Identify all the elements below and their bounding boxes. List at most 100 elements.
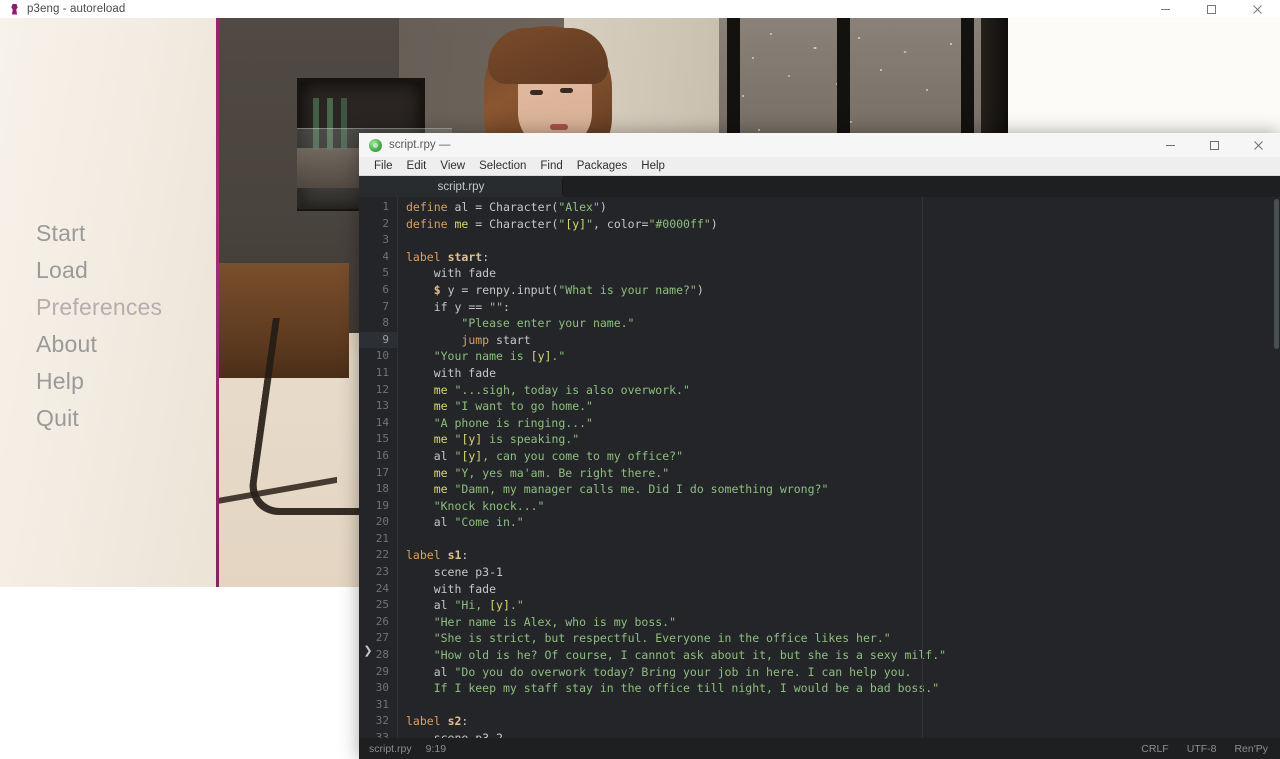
code-token: start <box>447 249 483 264</box>
gutter-line-number[interactable]: 30 <box>359 680 397 697</box>
code-line[interactable]: label s2: <box>398 713 1280 730</box>
code-line[interactable]: "How old is he? Of course, I cannot ask … <box>398 647 1280 664</box>
menu-item-help[interactable]: Help <box>36 366 216 397</box>
code-line[interactable]: me "Y, yes ma'am. Be right there." <box>398 465 1280 482</box>
code-line[interactable]: with fade <box>398 265 1280 282</box>
gutter-line-number[interactable]: 3 <box>359 232 397 249</box>
gutter-line-number[interactable]: 2 <box>359 216 397 233</box>
code-line[interactable]: label start: <box>398 249 1280 266</box>
gutter-line-number[interactable]: 5 <box>359 265 397 282</box>
status-filename[interactable]: script.rpy <box>369 743 412 755</box>
gutter-line-number[interactable]: 1 <box>359 199 397 216</box>
code-line[interactable]: define al = Character("Alex") <box>398 199 1280 216</box>
editor-close-button[interactable] <box>1236 133 1280 157</box>
editor-scrollbar[interactable] <box>1273 197 1280 738</box>
code-line[interactable]: "A phone is ringing..." <box>398 415 1280 432</box>
gutter-line-number[interactable]: 18 <box>359 481 397 498</box>
gutter-line-number[interactable]: 9 <box>359 331 397 349</box>
menu-item-load[interactable]: Load <box>36 255 216 286</box>
code-line[interactable]: $ y = renpy.input("What is your name?") <box>398 282 1280 299</box>
code-line[interactable]: scene p3-1 <box>398 564 1280 581</box>
code-line[interactable]: me "[y] is speaking." <box>398 431 1280 448</box>
gutter-line-number[interactable]: 4 <box>359 249 397 266</box>
menu-item-quit[interactable]: Quit <box>36 403 216 434</box>
code-line[interactable]: al "[y], can you come to my office?" <box>398 448 1280 465</box>
gutter-line-number[interactable]: 13 <box>359 398 397 415</box>
gutter-line-number[interactable]: 19 <box>359 498 397 515</box>
gutter-line-number[interactable]: 22 <box>359 547 397 564</box>
gutter-line-number[interactable]: 32 <box>359 713 397 730</box>
code-line[interactable]: with fade <box>398 581 1280 598</box>
game-close-button[interactable] <box>1234 0 1280 18</box>
text-editor-window: script.rpy — File Edit View Selection Fi… <box>359 133 1280 759</box>
code-line[interactable]: "Please enter your name." <box>398 315 1280 332</box>
code-line[interactable]: "She is strict, but respectful. Everyone… <box>398 630 1280 647</box>
gutter-line-number[interactable]: 11 <box>359 365 397 382</box>
code-line[interactable]: "Her name is Alex, who is my boss." <box>398 614 1280 631</box>
code-line[interactable]: if y == "": <box>398 299 1280 316</box>
code-line[interactable]: al "Hi, [y]." <box>398 597 1280 614</box>
gutter-line-number[interactable]: 16 <box>359 448 397 465</box>
menu-item-about[interactable]: About <box>36 329 216 360</box>
game-minimize-button[interactable] <box>1142 0 1188 18</box>
code-token: ." <box>509 598 524 613</box>
gutter-line-number[interactable]: 6 <box>359 282 397 299</box>
menu-selection[interactable]: Selection <box>472 157 533 175</box>
gutter-line-number[interactable]: 23 <box>359 564 397 581</box>
status-line-ending[interactable]: CRLF <box>1141 743 1168 755</box>
gutter-line-number[interactable]: 26 <box>359 614 397 631</box>
gutter-line-number[interactable]: 7 <box>359 299 397 316</box>
code-line[interactable]: me "Damn, my manager calls me. Did I do … <box>398 481 1280 498</box>
gutter-line-number[interactable]: 14 <box>359 415 397 432</box>
code-fold-arrow-icon[interactable]: ❯ <box>361 642 375 658</box>
gutter-line-number[interactable]: 24 <box>359 581 397 598</box>
code-line[interactable]: jump start <box>398 332 1280 349</box>
menu-file[interactable]: File <box>367 157 400 175</box>
menu-view[interactable]: View <box>433 157 472 175</box>
tab-script-rpy[interactable]: script.rpy <box>359 176 563 198</box>
status-grammar[interactable]: Ren'Py <box>1234 743 1268 755</box>
code-editor-area[interactable]: define al = Character("Alex") define me =… <box>398 197 1280 738</box>
code-line[interactable]: scene p3-2 <box>398 730 1280 738</box>
code-line[interactable] <box>398 232 1280 249</box>
gutter-line-number[interactable]: 15 <box>359 431 397 448</box>
code-line[interactable]: "Your name is [y]." <box>398 348 1280 365</box>
code-line[interactable]: al "Come in." <box>398 514 1280 531</box>
gutter-line-number[interactable]: 29 <box>359 664 397 681</box>
menu-edit[interactable]: Edit <box>400 157 434 175</box>
status-encoding[interactable]: UTF-8 <box>1187 743 1217 755</box>
line-number-gutter: 1 2 3 4 5 6 7 8 9 10 11 12 13 14 15 16 17 18 19 20 21 22 23 24 2… <box>359 197 397 744</box>
gutter-line-number[interactable]: 31 <box>359 697 397 714</box>
editor-maximize-button[interactable] <box>1192 133 1236 157</box>
menu-help[interactable]: Help <box>634 157 672 175</box>
gutter-line-number[interactable]: 20 <box>359 514 397 531</box>
code-line[interactable]: al "Do you do overwork today? Bring your… <box>398 664 1280 681</box>
code-line[interactable]: me "I want to go home." <box>398 398 1280 415</box>
code-line[interactable]: "Knock knock..." <box>398 498 1280 515</box>
editor-minimize-button[interactable] <box>1148 133 1192 157</box>
code-line[interactable] <box>398 697 1280 714</box>
gutter-line-number[interactable]: 12 <box>359 382 397 399</box>
code-line[interactable]: with fade <box>398 365 1280 382</box>
editor-scrollbar-thumb[interactable] <box>1274 199 1279 349</box>
code-line[interactable]: define me = Character("[y]", color="#000… <box>398 216 1280 233</box>
code-line[interactable]: me "...sigh, today is also overwork." <box>398 382 1280 399</box>
gutter-line-number[interactable]: 21 <box>359 531 397 548</box>
game-maximize-button[interactable] <box>1188 0 1234 18</box>
menu-find[interactable]: Find <box>533 157 569 175</box>
menu-item-start[interactable]: Start <box>36 218 216 249</box>
code-line[interactable]: If I keep my staff stay in the office ti… <box>398 680 1280 697</box>
gutter-line-number[interactable]: 17 <box>359 465 397 482</box>
status-cursor-position[interactable]: 9:19 <box>426 743 446 755</box>
code-line[interactable] <box>398 531 1280 548</box>
menu-item-preferences[interactable]: Preferences <box>36 292 216 323</box>
code-line[interactable]: label s1: <box>398 547 1280 564</box>
gutter-line-number[interactable]: 8 <box>359 315 397 332</box>
gutter-line-number[interactable]: 25 <box>359 597 397 614</box>
tab-label: script.rpy <box>437 181 485 193</box>
menu-packages[interactable]: Packages <box>570 157 635 175</box>
gutter-line-number[interactable]: 10 <box>359 348 397 365</box>
